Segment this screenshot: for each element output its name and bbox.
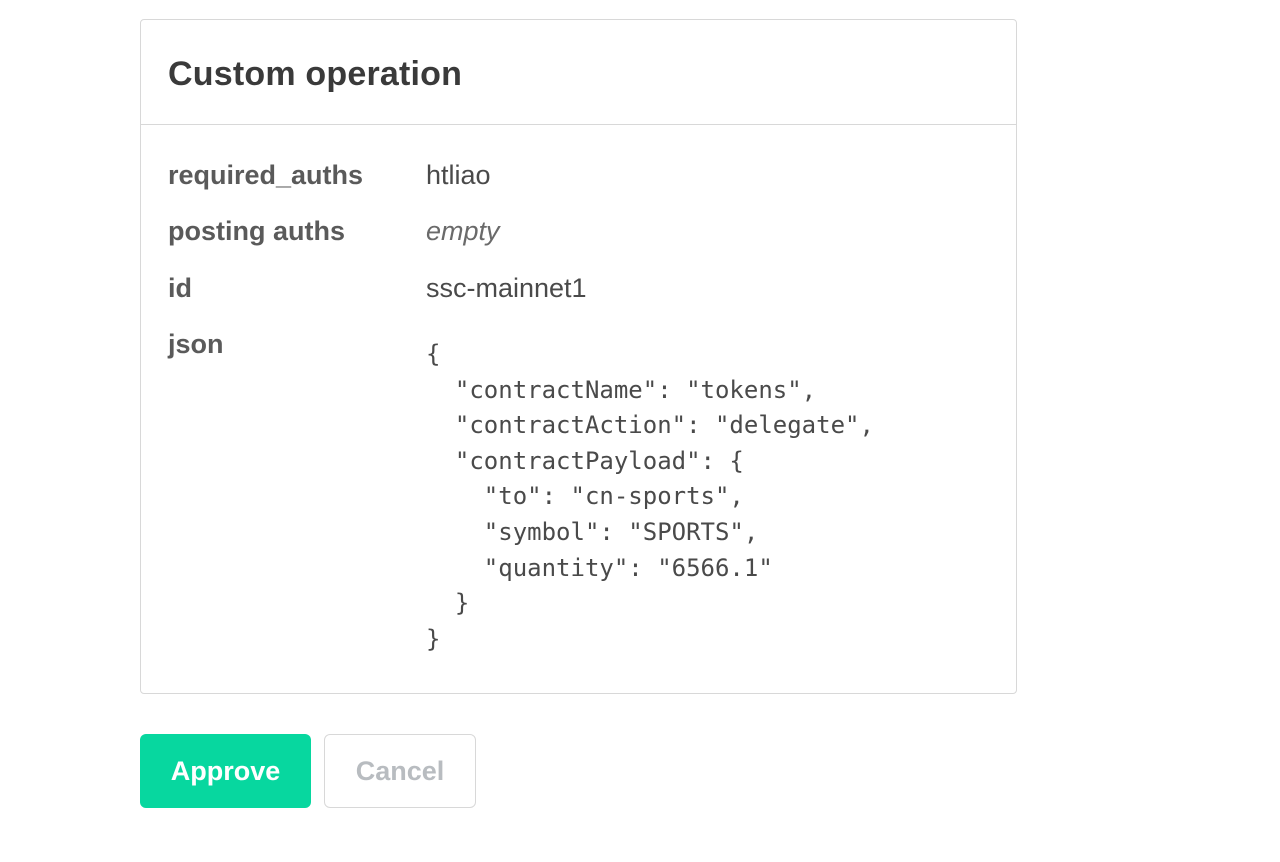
field-label-posting-auths: posting auths xyxy=(168,216,345,246)
json-payload: { "contractName": "tokens", "contractAct… xyxy=(426,340,874,653)
cancel-button[interactable]: Cancel xyxy=(324,734,476,808)
approve-button[interactable]: Approve xyxy=(140,734,311,808)
field-label-json: json xyxy=(168,329,224,359)
field-label-id: id xyxy=(168,273,192,303)
field-value-posting-auths: empty xyxy=(426,216,500,246)
card-title: Custom operation xyxy=(168,55,463,93)
card-header: Custom operation xyxy=(141,20,1016,125)
field-value-required-auths: htliao xyxy=(426,160,491,190)
field-value-id: ssc-mainnet1 xyxy=(426,273,587,303)
custom-operation-card: Custom operation required_auths htliao p… xyxy=(140,19,1017,694)
field-label-required-auths: required_auths xyxy=(168,160,364,190)
